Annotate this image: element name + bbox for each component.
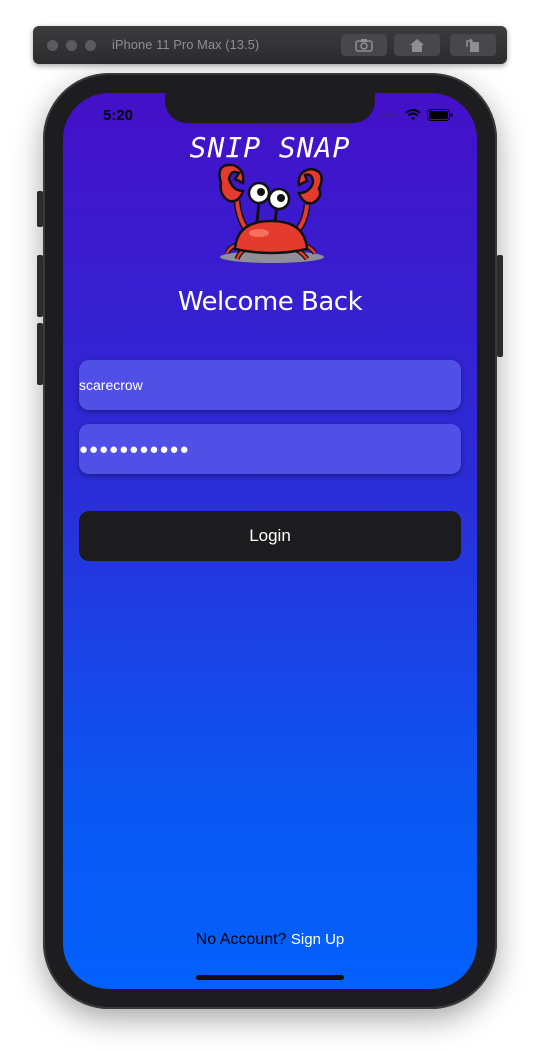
crab-logo [218,163,324,263]
status-icons [381,109,453,121]
status-time: 5:20 [103,107,134,124]
home-button[interactable] [394,34,440,56]
close-window-button[interactable] [47,40,58,51]
rotate-button[interactable] [450,34,496,56]
welcome-heading: Welcome Back [177,287,363,317]
password-value: ●●●●●●●●●●● [79,440,190,458]
app-screen: 5:20 SNIP SNAP Welcome Back scarecrow ●●… [63,93,477,989]
notch [165,93,375,123]
mute-switch [37,191,43,227]
username-value: scarecrow [79,377,143,393]
phone-frame: 5:20 SNIP SNAP Welcome Back scarecrow ●●… [37,73,503,1009]
battery-icon [427,109,453,121]
username-field[interactable]: scarecrow [79,360,461,410]
wifi-icon [405,109,421,120]
home-indicator[interactable] [196,975,344,980]
volume-down-button [37,323,43,385]
volume-up-button [37,255,43,317]
minimize-window-button[interactable] [66,40,77,51]
simulator-title: iPhone 11 Pro Max (13.5) [112,37,260,52]
signup-link[interactable]: Sign Up [291,931,344,948]
screenshot-button[interactable] [341,34,387,56]
signal-icon [382,114,396,116]
home-icon [410,39,424,52]
signup-prompt: No Account? [195,931,287,948]
power-button [497,255,503,357]
zoom-window-button[interactable] [85,40,96,51]
rotate-icon [466,38,479,52]
app-title: SNIP SNAP [189,131,351,164]
login-button[interactable]: Login [79,511,461,561]
password-field[interactable]: ●●●●●●●●●●● [79,424,461,474]
signup-row: No Account? Sign Up [63,931,477,949]
simulator-toolbar: iPhone 11 Pro Max (13.5) [33,26,507,64]
screenshot-icon [355,39,373,52]
